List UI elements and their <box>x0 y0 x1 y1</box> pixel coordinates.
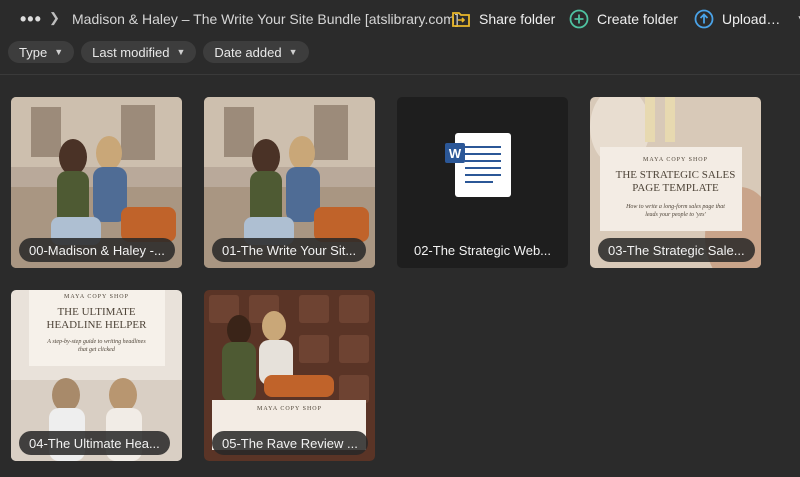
filter-last-modified-label: Last modified <box>92 44 170 60</box>
breadcrumb-chevron-icon: ❯ <box>49 10 60 25</box>
cover-brand: MAYA COPY SHOP <box>64 294 129 300</box>
chevron-down-icon: ▼ <box>288 47 298 57</box>
share-folder-label: Share folder <box>479 11 556 27</box>
filter-type[interactable]: Type ▼ <box>8 41 75 63</box>
cover-title: THE ULTIMATE HEADLINE HELPER <box>46 306 147 331</box>
file-name-label: 02-The Strategic Web... <box>413 242 552 258</box>
file-name-label: 05-The Rave Review ... <box>212 431 368 455</box>
cover-title: THE STRATEGIC SALES PAGE TEMPLATE <box>615 169 736 194</box>
share-folder-icon <box>452 12 470 27</box>
chevron-down-icon: ▼ <box>176 47 186 57</box>
folder-title: Madison & Haley – The Write Your Site Bu… <box>72 11 459 27</box>
chevron-down-icon: ▼ <box>54 47 64 57</box>
file-tile-00[interactable]: 00-Madison & Haley -... <box>11 97 182 268</box>
upload-icon <box>694 9 714 29</box>
create-folder-button[interactable]: Create folder <box>569 8 678 30</box>
filter-last-modified[interactable]: Last modified ▼ <box>81 41 197 63</box>
upload-dropdown-chevron-icon[interactable]: ▼ <box>796 14 800 25</box>
create-folder-label: Create folder <box>597 11 678 27</box>
filter-type-label: Type <box>19 44 48 60</box>
filter-date-added[interactable]: Date added ▼ <box>203 41 309 63</box>
file-tile-01[interactable]: 01-The Write Your Sit... <box>204 97 375 268</box>
file-tile-05[interactable]: MAYA COPY SHOP 05-The Rave Review ... <box>204 290 375 461</box>
upload-button[interactable]: Upload… ▼ <box>694 8 800 30</box>
top-bar: ••• ❯ Madison & Haley – The Write Your S… <box>0 0 800 38</box>
cover-subtitle: How to write a long-form sales page that… <box>626 204 725 218</box>
file-name-label: 01-The Write Your Sit... <box>212 238 367 262</box>
upload-label: Upload… <box>722 11 781 27</box>
header-divider <box>0 74 800 75</box>
file-name-label: 04-The Ultimate Hea... <box>19 431 170 455</box>
file-tile-04[interactable]: MAYA COPY SHOP THE ULTIMATE HEADLINE HEL… <box>11 290 182 461</box>
more-options-button[interactable]: ••• <box>20 9 42 30</box>
svg-text:W: W <box>449 146 462 161</box>
share-folder-button[interactable]: Share folder <box>451 8 555 30</box>
file-name-label: 00-Madison & Haley -... <box>19 238 175 262</box>
file-tile-03[interactable]: MAYA COPY SHOP THE STRATEGIC SALES PAGE … <box>590 97 761 268</box>
filter-bar: Type ▼ Last modified ▼ Date added ▼ <box>8 41 309 65</box>
filter-date-added-label: Date added <box>214 44 282 60</box>
add-circle-icon <box>569 9 589 29</box>
cover-brand: MAYA COPY SHOP <box>643 157 708 163</box>
cover-brand: MAYA COPY SHOP <box>257 406 322 412</box>
cover-subtitle: A step-by-step guide to writing headline… <box>47 339 146 353</box>
file-tile-02[interactable]: W 02-The Strategic Web... <box>397 97 568 268</box>
file-name-label: 03-The Strategic Sale... <box>598 238 755 262</box>
